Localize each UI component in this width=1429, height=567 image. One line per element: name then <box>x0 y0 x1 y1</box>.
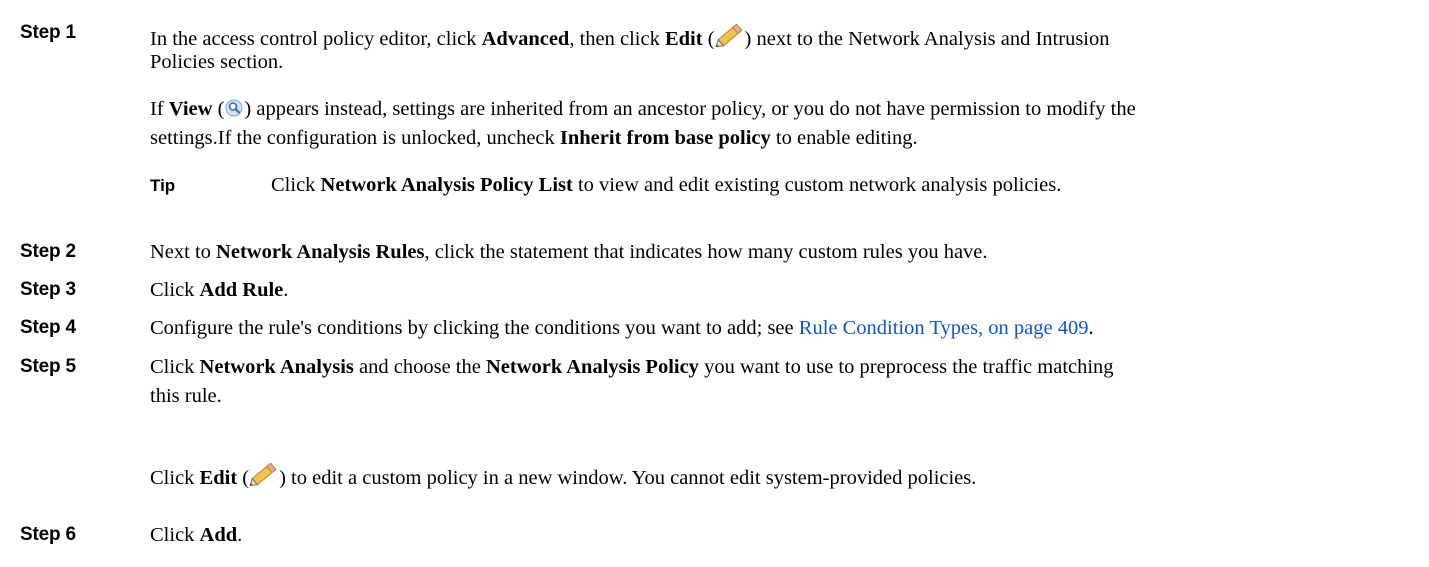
step-5-line-2: this rule. <box>150 385 222 407</box>
network-analysis-policy-label: Network Analysis Policy <box>485 356 699 378</box>
step-1-line-1: In the access control policy editor, cli… <box>150 22 1110 54</box>
inherit-label: Inherit from base policy <box>559 127 771 149</box>
advanced-label: Advanced <box>481 28 570 50</box>
tip-label: Tip <box>150 176 176 195</box>
step-3-text: Click Add Rule. <box>150 279 289 301</box>
step-1-line-2: Policies section. <box>150 51 284 73</box>
edit-label: Edit <box>664 28 703 50</box>
add-rule-label: Add Rule <box>199 279 284 301</box>
add-label: Add <box>199 524 238 546</box>
step-3-label: Step 3 <box>20 279 76 300</box>
network-analysis-label: Network Analysis <box>199 356 354 378</box>
step-1-para-2-line-1: If View () appears instead, settings are… <box>150 98 1136 124</box>
policy-list-label: Network Analysis Policy List <box>320 174 573 196</box>
step-4-text: Configure the rule's conditions by click… <box>150 317 1094 339</box>
pencil-icon <box>715 22 745 54</box>
step-1-label: Step 1 <box>20 22 76 43</box>
step-5-line-1: Click Network Analysis and choose the Ne… <box>150 356 1114 378</box>
step-6-text: Click Add. <box>150 524 243 546</box>
magnifier-icon <box>224 98 244 124</box>
tip-text: Click Network Analysis Policy List to vi… <box>271 174 1062 196</box>
step-1-para-2-line-2: settings.If the configuration is unlocke… <box>150 127 918 149</box>
step-6-label: Step 6 <box>20 524 76 545</box>
pencil-icon <box>249 461 279 493</box>
step-5-label: Step 5 <box>20 356 76 377</box>
step-5-edit-line: Click Edit () to edit a custom policy in… <box>150 461 976 493</box>
step-4-label: Step 4 <box>20 317 76 338</box>
rule-condition-types-link[interactable]: Rule Condition Types, on page 409 <box>799 317 1089 339</box>
network-analysis-rules-label: Network Analysis Rules <box>216 241 425 263</box>
view-label: View <box>168 98 213 120</box>
edit-label-2: Edit <box>199 467 238 489</box>
step-2-label: Step 2 <box>20 241 76 262</box>
step-2-text: Next to Network Analysis Rules, click th… <box>150 241 988 263</box>
